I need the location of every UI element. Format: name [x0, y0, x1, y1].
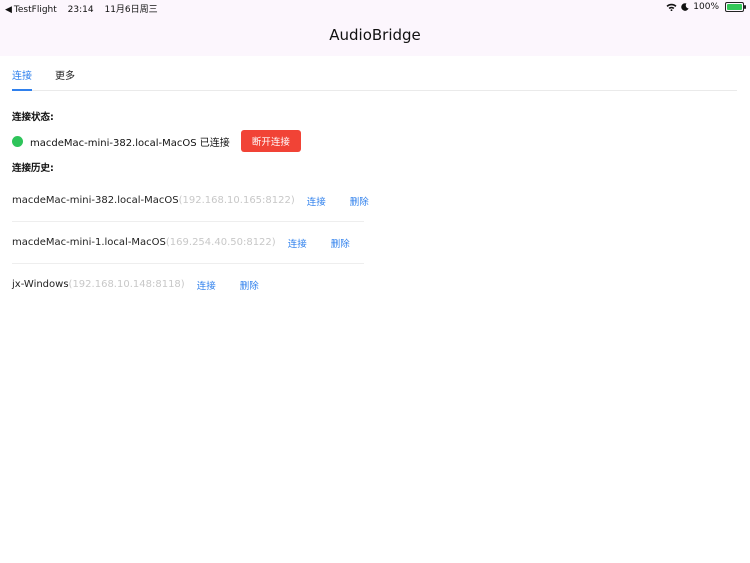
history-item: macdeMac-mini-1.local-MacOS (169.254.40.…: [12, 222, 364, 264]
connection-history-label: 连接历史:: [12, 163, 54, 174]
history-connect-button[interactable]: 连接: [197, 278, 216, 292]
tab-more[interactable]: 更多: [55, 67, 75, 82]
history-device-name: jx-Windows: [12, 279, 69, 290]
active-tab-indicator: [12, 89, 32, 91]
connection-status-row: macdeMac-mini-382.local-MacOS 已连接 断开连接: [12, 130, 301, 152]
back-to-app-link[interactable]: ◀ TestFlight: [5, 5, 60, 15]
status-left: ◀ TestFlight 23:14 11月6日周三: [5, 2, 166, 15]
history-device-address: (169.254.40.50:8122): [165, 237, 276, 248]
history-device-name: macdeMac-mini-1.local-MacOS: [12, 237, 166, 248]
tab-bar: 连接 更多: [12, 62, 737, 91]
history-device-name: macdeMac-mini-382.local-MacOS: [12, 195, 179, 206]
battery-icon: [725, 2, 746, 12]
tab-connect-label: 连接: [12, 71, 32, 82]
app-title: AudioBridge: [329, 26, 421, 44]
tab-connect[interactable]: 连接: [12, 67, 32, 91]
tab-more-label: 更多: [55, 71, 75, 82]
status-bar: ◀ TestFlight 23:14 11月6日周三 100%: [0, 0, 750, 16]
back-arrow-icon: ◀: [5, 5, 12, 15]
history-device-address: (192.168.10.148:8118): [68, 279, 185, 290]
battery-percent: 100%: [693, 2, 719, 12]
history-connect-button[interactable]: 连接: [288, 236, 307, 250]
history-delete-button[interactable]: 删除: [350, 194, 369, 208]
connected-status-icon: [12, 135, 23, 147]
history-item: jx-Windows (192.168.10.148:8118) 连接 删除: [12, 264, 364, 305]
history-device-address: (192.168.10.165:8122): [178, 195, 295, 206]
history-delete-button[interactable]: 删除: [331, 236, 350, 250]
moon-icon: [681, 3, 689, 11]
status-time: 23:14: [67, 5, 94, 15]
top-bar: ◀ TestFlight 23:14 11月6日周三 100% AudioBrid…: [0, 0, 750, 56]
connected-device-text: macdeMac-mini-382.local-MacOS 已连接: [30, 137, 230, 149]
history-delete-button[interactable]: 删除: [240, 278, 259, 292]
disconnect-button[interactable]: 断开连接: [240, 130, 301, 152]
history-connect-button[interactable]: 连接: [307, 194, 326, 208]
back-app-label: TestFlight: [13, 5, 57, 15]
history-item: macdeMac-mini-382.local-MacOS (192.168.1…: [12, 180, 369, 222]
status-right: 100%: [666, 2, 746, 12]
connection-status-label: 连接状态:: [12, 112, 54, 123]
wifi-icon: [666, 3, 677, 11]
battery-fill: [727, 4, 742, 10]
status-date: 11月6日周三: [104, 5, 158, 15]
